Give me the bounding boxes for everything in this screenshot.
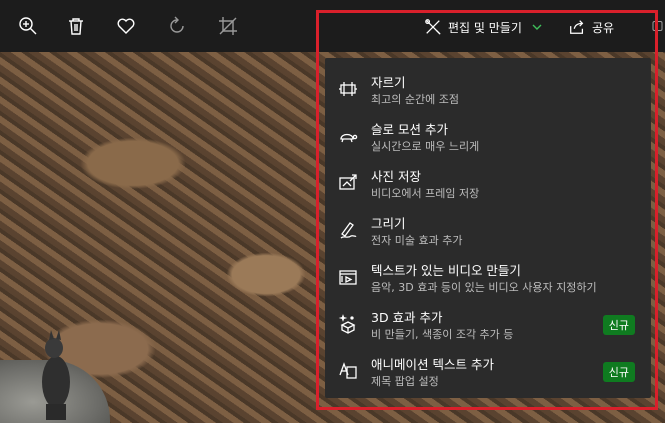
menu-item-save-photo[interactable]: 사진 저장 비디오에서 프레임 저장 — [325, 162, 651, 208]
menu-item-subtitle: 전자 미술 효과 추가 — [371, 234, 463, 247]
menu-item-subtitle: 음악, 3D 효과 등이 있는 비디오 사용자 지정하기 — [371, 281, 597, 294]
menu-item-title: 자르기 — [371, 75, 406, 90]
rotate-icon[interactable] — [165, 14, 189, 38]
edit-create-label: 편집 및 만들기 — [448, 20, 522, 35]
save-photo-icon — [337, 172, 359, 194]
3d-effects-icon — [337, 313, 359, 335]
zoom-in-icon[interactable] — [16, 14, 40, 38]
photo-squirrel — [42, 330, 70, 420]
crop-icon[interactable] — [216, 14, 240, 38]
menu-item-subtitle: 실시간으로 매우 느리게 — [371, 140, 480, 153]
menu-item-subtitle: 제목 팝업 설정 — [371, 375, 439, 388]
menu-item-title: 애니메이션 텍스트 추가 — [371, 357, 494, 372]
edit-tools-icon — [424, 18, 442, 36]
menu-item-draw[interactable]: 그리기 전자 미술 효과 추가 — [325, 209, 651, 255]
share-button[interactable]: 공유 — [568, 14, 614, 40]
menu-item-subtitle: 최고의 순간에 조점 — [371, 93, 459, 106]
edit-create-menu: 자르기 최고의 순간에 조점 슬로 모션 추가 실시간으로 매우 느리게 사진 … — [325, 58, 651, 398]
menu-item-title: 3D 효과 추가 — [371, 310, 443, 325]
menu-item-video-with-text[interactable]: 텍스트가 있는 비디오 만들기 음악, 3D 효과 등이 있는 비디오 사용자 … — [325, 256, 651, 302]
menu-item-title: 텍스트가 있는 비디오 만들기 — [371, 263, 521, 278]
menu-item-3d-effects[interactable]: 3D 효과 추가 비 만들기, 색종이 조각 추가 등 신규 — [325, 303, 651, 349]
turtle-icon — [337, 125, 359, 147]
new-badge: 신규 — [602, 315, 635, 335]
menu-item-trim[interactable]: 자르기 최고의 순간에 조점 — [325, 68, 651, 114]
edit-create-button[interactable]: 편집 및 만들기 — [424, 14, 542, 40]
heart-icon[interactable] — [114, 14, 138, 38]
trim-icon — [337, 78, 359, 100]
video-text-icon — [337, 266, 359, 288]
pen-draw-icon — [337, 219, 359, 241]
menu-item-slow-motion[interactable]: 슬로 모션 추가 실시간으로 매우 느리게 — [325, 115, 651, 161]
share-icon — [568, 18, 586, 36]
menu-item-title: 사진 저장 — [371, 169, 421, 184]
chevron-down-icon — [532, 22, 542, 32]
menu-item-title: 그리기 — [371, 216, 406, 231]
menu-item-animated-text[interactable]: 애니메이션 텍스트 추가 제목 팝업 설정 신규 — [325, 350, 651, 396]
top-toolbar: 편집 및 만들기 공유 — [0, 0, 665, 52]
animated-text-icon — [337, 360, 359, 382]
menu-item-subtitle: 비디오에서 프레임 저장 — [371, 187, 480, 200]
menu-item-subtitle: 비 만들기, 색종이 조각 추가 등 — [371, 328, 514, 341]
menu-item-title: 슬로 모션 추가 — [371, 122, 448, 137]
more-icon[interactable] — [650, 14, 665, 38]
new-badge: 신규 — [602, 362, 635, 382]
share-label: 공유 — [592, 20, 615, 35]
delete-icon[interactable] — [64, 14, 88, 38]
